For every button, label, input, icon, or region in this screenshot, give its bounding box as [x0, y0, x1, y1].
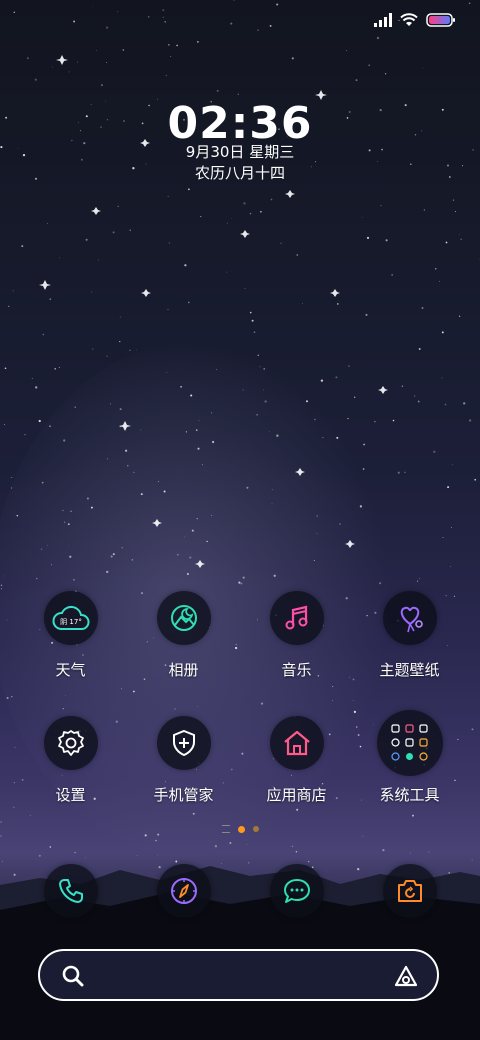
gear-icon: [43, 716, 98, 770]
svg-text:阴 17°: 阴 17°: [60, 617, 82, 626]
page-indicator-home: [221, 825, 230, 833]
page-dot-active: [237, 825, 245, 833]
search-icon[interactable]: [62, 965, 84, 991]
page-dot: [252, 826, 259, 832]
dock-messages[interactable]: [240, 864, 353, 918]
app-settings[interactable]: 设置: [14, 716, 127, 805]
signal-icon: [374, 12, 392, 31]
dock: [14, 864, 466, 918]
gallery-icon: [156, 591, 211, 645]
wifi-icon: [400, 12, 418, 31]
app-label: 手机管家: [153, 786, 214, 804]
app-label: 天气: [55, 661, 86, 679]
camera-icon: [382, 864, 437, 918]
app-weather[interactable]: 阴 17° 天气: [14, 591, 127, 680]
shield-plus-icon: [156, 716, 211, 770]
lock-clock-date: 9月30日 星期三: [185, 143, 295, 161]
dock-browser[interactable]: [127, 864, 240, 918]
app-grid-row-2: 设置 手机管家 应用商店 系统工具: [14, 710, 466, 805]
app-grid-row-1: 阴 17° 天气 相册 音乐 主题壁纸: [14, 591, 466, 680]
app-folder-system-tools[interactable]: 系统工具: [353, 710, 466, 805]
lock-clock-lunar-date: 农历八月十四: [194, 164, 285, 182]
app-label: 音乐: [281, 661, 312, 679]
app-label: 主题壁纸: [379, 661, 440, 679]
weather-cloud-icon: 阴 17°: [43, 591, 98, 645]
music-note-icon: [269, 591, 324, 645]
dock-phone[interactable]: [14, 864, 127, 918]
theme-heart-balloon-icon: [382, 591, 437, 645]
app-label: 系统工具: [379, 786, 440, 804]
search-bar[interactable]: [38, 949, 439, 1001]
app-gallery[interactable]: 相册: [127, 591, 240, 680]
status-bar: [374, 10, 456, 32]
battery-icon: [426, 12, 456, 31]
weather-condition: 阴: [60, 617, 67, 626]
app-label: 相册: [168, 661, 199, 679]
app-label: 设置: [55, 786, 86, 804]
phone-icon: [43, 864, 98, 918]
assistant-icon[interactable]: [393, 964, 419, 992]
app-phone-manager[interactable]: 手机管家: [127, 716, 240, 805]
folder-tools-icon: [376, 710, 443, 776]
messages-icon: [269, 864, 324, 918]
weather-temperature: 17°: [69, 618, 81, 626]
store-house-icon: [269, 716, 324, 770]
page-indicator[interactable]: [0, 825, 480, 833]
app-label: 应用商店: [266, 786, 327, 804]
app-app-store[interactable]: 应用商店: [240, 716, 353, 805]
browser-compass-icon: [156, 864, 211, 918]
app-theme-wallpaper[interactable]: 主题壁纸: [353, 591, 466, 680]
app-music[interactable]: 音乐: [240, 591, 353, 680]
dock-camera[interactable]: [353, 864, 466, 918]
